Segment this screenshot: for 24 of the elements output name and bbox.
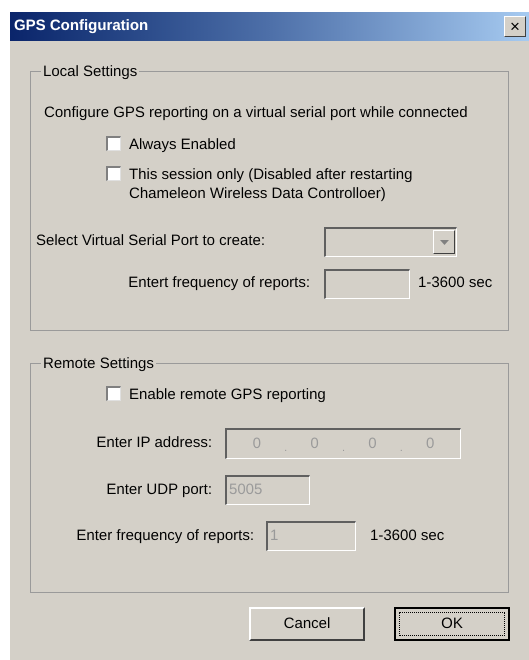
ip-separator: . xyxy=(400,440,403,456)
window-title: GPS Configuration xyxy=(14,16,148,36)
ip-octet: 0 xyxy=(368,434,377,454)
checkbox-label: Enable remote GPS reporting xyxy=(129,385,327,404)
unit-label: 1-3600 sec xyxy=(370,526,444,546)
ip-separator: . xyxy=(284,440,288,456)
unit-label: 1-3600 sec xyxy=(418,273,492,294)
ip-octet: 0 xyxy=(252,434,261,454)
close-button[interactable]: × xyxy=(504,16,526,37)
field-label: Enter UDP port: xyxy=(105,480,213,500)
checkbox-label: This session only (Disabled after restarting Chameleon Wireless Data Controlloer) xyxy=(129,164,414,202)
field-label: Entert frequency of reports: xyxy=(127,273,311,294)
ip-octet: 0 xyxy=(426,434,434,454)
ip-separator: . xyxy=(342,440,346,456)
checkbox[interactable] xyxy=(106,386,121,401)
ip-octet: 0 xyxy=(310,434,319,454)
checkbox-label: Always Enabled xyxy=(129,134,237,154)
checkbox[interactable] xyxy=(106,136,121,150)
checkbox[interactable] xyxy=(106,166,121,180)
field-label: Enter IP address: xyxy=(95,433,213,454)
dialog-button[interactable]: OK xyxy=(394,607,510,641)
field-label: Select Virtual Serial Port to create: xyxy=(36,231,266,252)
dialog-button[interactable]: Cancel xyxy=(249,607,365,641)
field-label: Enter frequency of reports: xyxy=(75,526,255,546)
